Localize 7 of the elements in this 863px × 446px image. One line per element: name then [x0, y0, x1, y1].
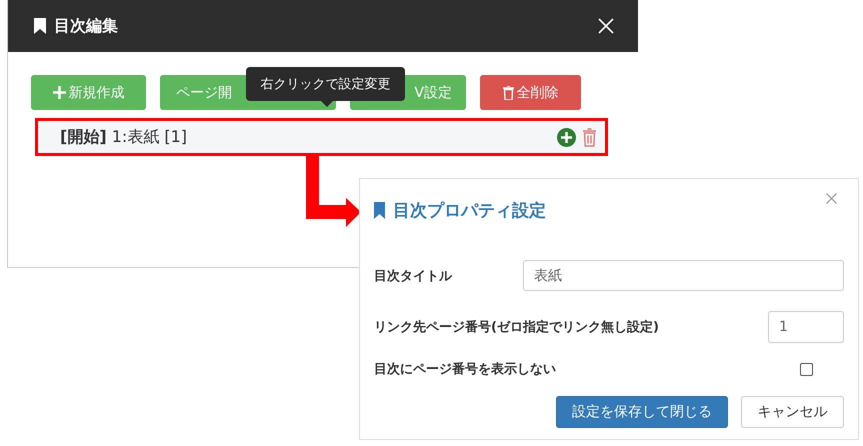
dialog-title: 目次プロパティ設定 [393, 200, 546, 222]
field-label: リンク先ページ番号(ゼロ指定でリンク無し設定) [374, 318, 659, 336]
dialog-title: 目次編集 [54, 16, 119, 36]
field-label: 目次にページ番号を表示しない [374, 361, 556, 378]
toc-item-label: [開始] 1:表紙 [1] [60, 126, 188, 148]
tooltip: 右クリックで設定変更 [246, 67, 405, 101]
field-label: 目次タイトル [374, 268, 452, 284]
